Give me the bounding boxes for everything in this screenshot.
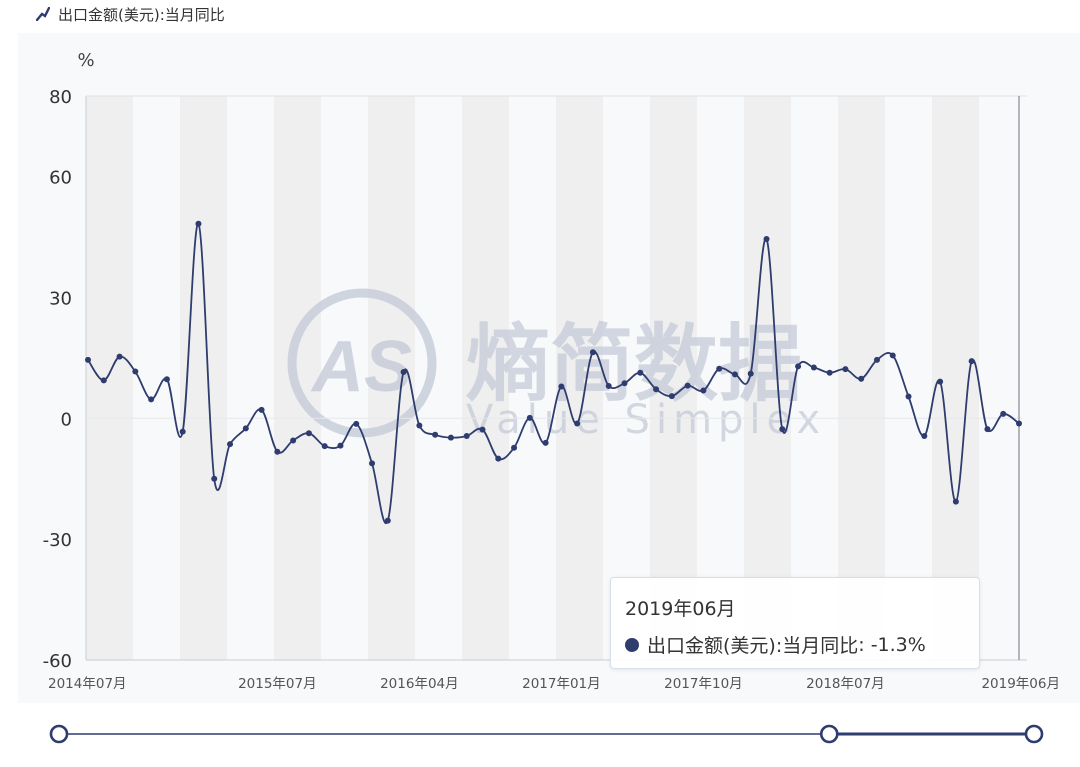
tooltip-colon: :	[858, 633, 871, 656]
data-point[interactable]	[873, 356, 880, 363]
data-point[interactable]	[684, 382, 691, 389]
data-point[interactable]	[937, 378, 944, 385]
data-point[interactable]	[810, 364, 817, 371]
data-point[interactable]	[905, 393, 912, 400]
x-tick-label: 2014年07月	[48, 676, 127, 692]
data-point[interactable]	[984, 426, 991, 433]
data-point[interactable]	[227, 441, 234, 448]
data-point[interactable]	[337, 442, 344, 449]
x-tick-label: 2016年04月	[380, 676, 459, 692]
tooltip-series-label: 出口金额(美元):当月同比	[647, 635, 859, 657]
x-tick-label: 2018年07月	[806, 676, 885, 692]
data-point[interactable]	[716, 365, 723, 372]
slider-handle-mid[interactable]	[819, 724, 839, 744]
range-slider[interactable]	[0, 716, 1080, 752]
data-point[interactable]	[621, 380, 628, 387]
data-point[interactable]	[132, 368, 139, 375]
y-tick-label: -30	[43, 530, 72, 551]
data-point[interactable]	[921, 433, 928, 440]
data-point[interactable]	[511, 444, 518, 451]
x-tick-label: 2017年01月	[522, 676, 601, 692]
background-band	[932, 96, 979, 660]
tooltip-value: -1.3%	[870, 633, 926, 656]
data-point[interactable]	[148, 396, 155, 403]
chart-panel: AS 熵简数据 Value Simplex % 80 60 30 0 -30 -60 2014…	[18, 33, 1080, 703]
series-marker-icon	[625, 637, 639, 652]
data-point[interactable]	[700, 387, 707, 394]
x-tick-label: 2019年06月	[981, 676, 1060, 692]
data-point[interactable]	[195, 220, 202, 227]
data-point[interactable]	[179, 428, 186, 435]
data-point[interactable]	[637, 369, 644, 376]
line-chart-icon	[36, 7, 50, 21]
chart-title: 出口金额(美元):当月同比	[58, 5, 225, 24]
data-point[interactable]	[463, 433, 470, 440]
data-point[interactable]	[558, 383, 565, 390]
data-point[interactable]	[495, 455, 502, 462]
data-point[interactable]	[116, 353, 123, 360]
data-point[interactable]	[321, 443, 328, 450]
chart-tooltip: 2019年06月 出口金额(美元):当月同比 : -1.3%	[610, 577, 980, 669]
data-point[interactable]	[369, 460, 376, 467]
data-point[interactable]	[889, 352, 896, 359]
data-point[interactable]	[1000, 410, 1007, 417]
data-point[interactable]	[668, 393, 675, 400]
data-point[interactable]	[163, 376, 170, 383]
data-point[interactable]	[842, 366, 849, 373]
data-point[interactable]	[731, 371, 738, 378]
slider-handle-start[interactable]	[49, 724, 69, 744]
tooltip-date: 2019年06月	[625, 598, 736, 620]
y-tick-label: 80	[49, 87, 72, 108]
watermark-logo-text: AS	[310, 327, 412, 407]
y-tick-label: 30	[49, 288, 72, 309]
data-point[interactable]	[353, 420, 360, 427]
x-tick-label: 2017年10月	[664, 676, 743, 692]
chart-title-bar: 出口金额(美元):当月同比	[36, 2, 225, 26]
data-point[interactable]	[858, 375, 865, 382]
data-point[interactable]	[416, 422, 423, 429]
data-point[interactable]	[447, 434, 454, 441]
data-point[interactable]	[242, 425, 249, 432]
data-point[interactable]	[305, 430, 312, 437]
data-point[interactable]	[653, 386, 660, 393]
slider-handle-end[interactable]	[1024, 724, 1044, 744]
data-point[interactable]	[574, 420, 581, 427]
data-point[interactable]	[952, 498, 959, 505]
y-tick-label: 0	[61, 409, 72, 430]
data-point[interactable]	[968, 358, 975, 365]
data-point[interactable]	[479, 426, 486, 433]
y-unit-label: %	[77, 50, 94, 71]
data-point[interactable]	[211, 475, 218, 482]
tooltip-row: 出口金额(美元):当月同比 : -1.3%	[625, 631, 965, 658]
data-point[interactable]	[85, 356, 91, 363]
data-point[interactable]	[779, 426, 786, 433]
data-point[interactable]	[1016, 420, 1022, 427]
data-point[interactable]	[542, 439, 549, 446]
data-point[interactable]	[763, 236, 770, 243]
data-point[interactable]	[274, 448, 281, 455]
data-point[interactable]	[258, 406, 265, 413]
data-point[interactable]	[526, 414, 533, 421]
background-band	[86, 96, 133, 660]
data-point[interactable]	[747, 370, 754, 377]
data-point[interactable]	[290, 437, 297, 444]
y-tick-label: 60	[49, 168, 72, 189]
data-point[interactable]	[432, 431, 439, 438]
data-point[interactable]	[589, 349, 596, 356]
data-point[interactable]	[400, 368, 407, 375]
data-point[interactable]	[826, 369, 833, 376]
x-tick-label: 2015年07月	[238, 676, 317, 692]
data-point[interactable]	[795, 363, 802, 370]
data-point[interactable]	[384, 517, 391, 524]
data-point[interactable]	[605, 383, 612, 390]
data-point[interactable]	[100, 377, 107, 384]
y-tick-label: -60	[43, 651, 72, 672]
